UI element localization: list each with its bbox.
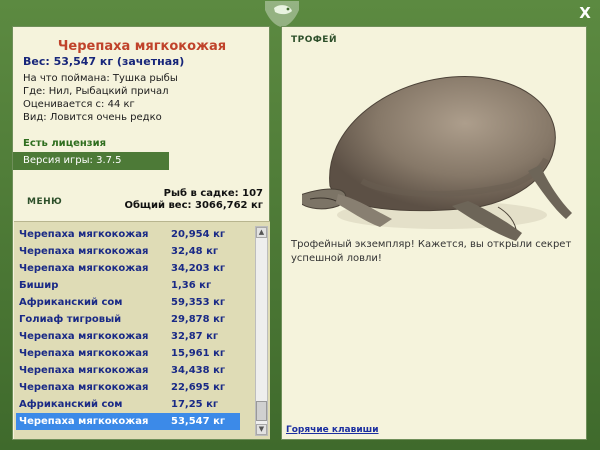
catch-list-row[interactable]: Черепаха мягкокожая 22,695 кг [16,379,240,396]
catch-weight: 20,954 кг [171,229,226,240]
hotkeys-link[interactable]: Горячие клавиши [286,425,379,435]
fish-title: Черепаха мягкокожая [57,39,227,54]
catch-list-row[interactable]: Голиаф тигровый 29,878 кг [16,311,240,328]
trophy-message: Трофейный экземпляр! Кажется, вы открыли… [291,239,572,264]
catch-name: Африканский сом [19,399,123,410]
catch-list-row[interactable]: Черепаха мягкокожая 34,438 кг [16,362,240,379]
version-label: Версия игры: 3.7.5 [13,152,169,170]
cage-count: Рыб в садке: 107 [163,188,263,199]
license-status: Есть лицензия [23,138,107,149]
catch-name: Голиаф тигровый [19,314,122,325]
catch-name: Черепаха мягкокожая [19,416,149,427]
catch-list-row[interactable]: Африканский сом 59,353 кг [16,294,240,311]
catch-weight: 1,36 кг [171,280,212,291]
catch-list-row[interactable]: Африканский сом 17,25 кг [16,396,240,413]
total-weight: Общий вес: 3066,762 кг [124,200,263,211]
list-scrollbar[interactable]: ▲ ▼ [255,226,268,436]
catch-list-row[interactable]: Черепаха мягкокожая 15,961 кг [16,345,240,362]
catch-weight: 22,695 кг [171,382,226,393]
catch-list-row[interactable]: Черепаха мягкокожая 32,87 кг [16,328,240,345]
catch-list-row[interactable]: Черепаха мягкокожая 20,954 кг [16,226,240,243]
bait-info: На что поймана: Тушка рыбы [23,73,178,84]
catch-name: Черепаха мягкокожая [19,365,149,376]
close-button[interactable]: X [576,4,594,22]
menu-button[interactable]: МЕНЮ [27,197,62,207]
catch-name: Африканский сом [19,297,123,308]
catch-list-row[interactable]: Бишир 1,36 кг [16,277,240,294]
catch-weight: 32,48 кг [171,246,219,257]
scroll-up-icon[interactable]: ▲ [256,227,267,238]
turtle-image [302,76,572,241]
fish-weight: Вес: 53,547 кг (зачетная) [23,55,185,68]
catch-list-row[interactable]: Черепаха мягкокожая 32,48 кг [16,243,240,260]
catch-weight: 32,87 кг [171,331,219,342]
catch-list-area: Черепаха мягкокожая 20,954 кг Черепаха м… [14,221,270,439]
trophy-panel: ТРОФЕЙ Трофейный экземпляр! Кажется, вы … [281,26,587,440]
fishing-logo-icon [265,1,299,27]
catch-list-row-selected[interactable]: Черепаха мягкокожая 53,547 кг [16,413,240,430]
catch-weight: 15,961 кг [171,348,226,359]
catch-name: Черепаха мягкокожая [19,246,149,257]
catch-weight: 34,203 кг [171,263,226,274]
fish-info-panel: Черепаха мягкокожая Вес: 53,547 кг (заче… [12,26,270,440]
catch-weight: 34,438 кг [171,365,226,376]
catch-weight: 59,353 кг [171,297,226,308]
catch-name: Черепаха мягкокожая [19,331,149,342]
catch-name: Черепаха мягкокожая [19,382,149,393]
catch-name: Черепаха мягкокожая [19,263,149,274]
catch-name: Черепаха мягкокожая [19,348,149,359]
rarity-info: Вид: Ловится очень редко [23,112,162,123]
catch-name: Бишир [19,280,59,291]
trophy-label: ТРОФЕЙ [291,35,337,45]
catch-weight: 53,547 кг [171,416,226,427]
catch-weight: 17,25 кг [171,399,219,410]
catch-name: Черепаха мягкокожая [19,229,149,240]
scroll-down-icon[interactable]: ▼ [256,424,267,435]
game-window: X Черепаха мягкокожая Вес: 53,547 кг (за… [0,0,600,450]
location-info: Где: Нил, Рыбацкий причал [23,86,169,97]
scroll-thumb[interactable] [256,401,267,421]
catch-list-row[interactable]: Черепаха мягкокожая 34,203 кг [16,260,240,277]
catch-weight: 29,878 кг [171,314,226,325]
valued-from-info: Оценивается с: 44 кг [23,99,135,110]
